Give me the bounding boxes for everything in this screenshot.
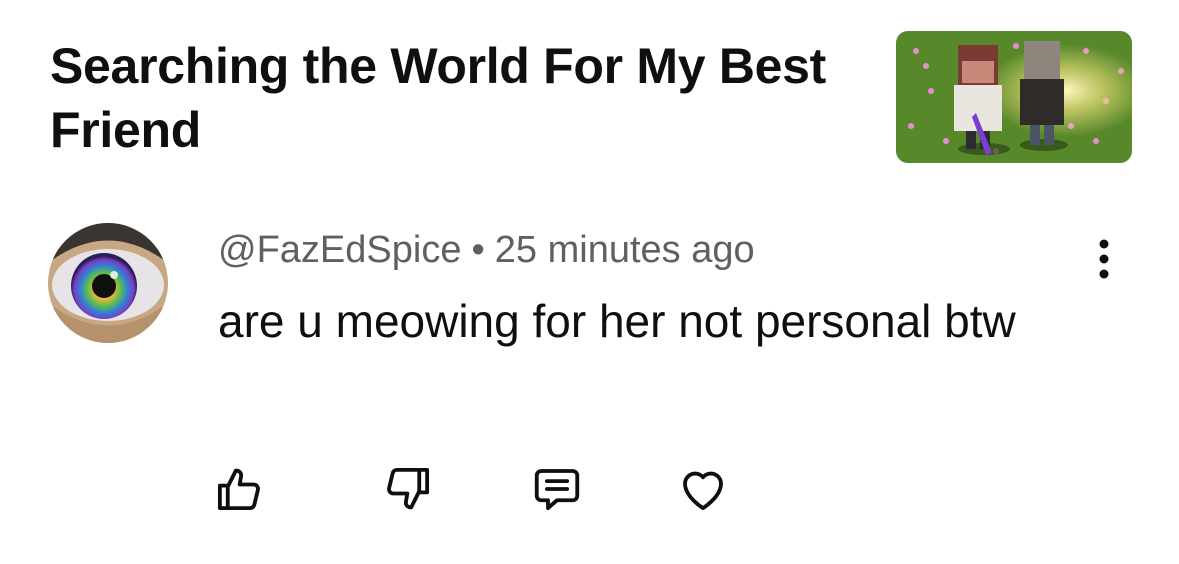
eye-avatar-image <box>48 223 168 343</box>
comment-time[interactable]: 25 minutes ago <box>495 229 755 271</box>
like-button[interactable] <box>212 462 266 516</box>
heart-button[interactable] <box>676 462 730 516</box>
heart-icon <box>683 471 723 511</box>
dislike-button[interactable] <box>381 462 435 516</box>
comment-author[interactable]: @FazEdSpice <box>218 229 461 271</box>
more-options-button[interactable] <box>1086 234 1122 284</box>
thumb-down-icon <box>387 467 430 510</box>
video-thumbnail[interactable] <box>896 31 1132 163</box>
avatar[interactable] <box>48 223 168 343</box>
thumb-up-icon <box>217 468 260 511</box>
meta-separator: • <box>471 229 485 271</box>
reply-icon <box>534 469 580 511</box>
video-title[interactable]: Searching the World For My Best Friend <box>50 34 850 162</box>
comment-text: are u meowing for her not personal btw <box>218 295 1016 347</box>
comment-meta: @FazEdSpice • 25 minutes ago <box>218 226 755 274</box>
reply-button[interactable] <box>530 462 584 516</box>
video-thumbnail-image <box>896 31 1132 163</box>
more-vertical-icon <box>1099 239 1109 279</box>
